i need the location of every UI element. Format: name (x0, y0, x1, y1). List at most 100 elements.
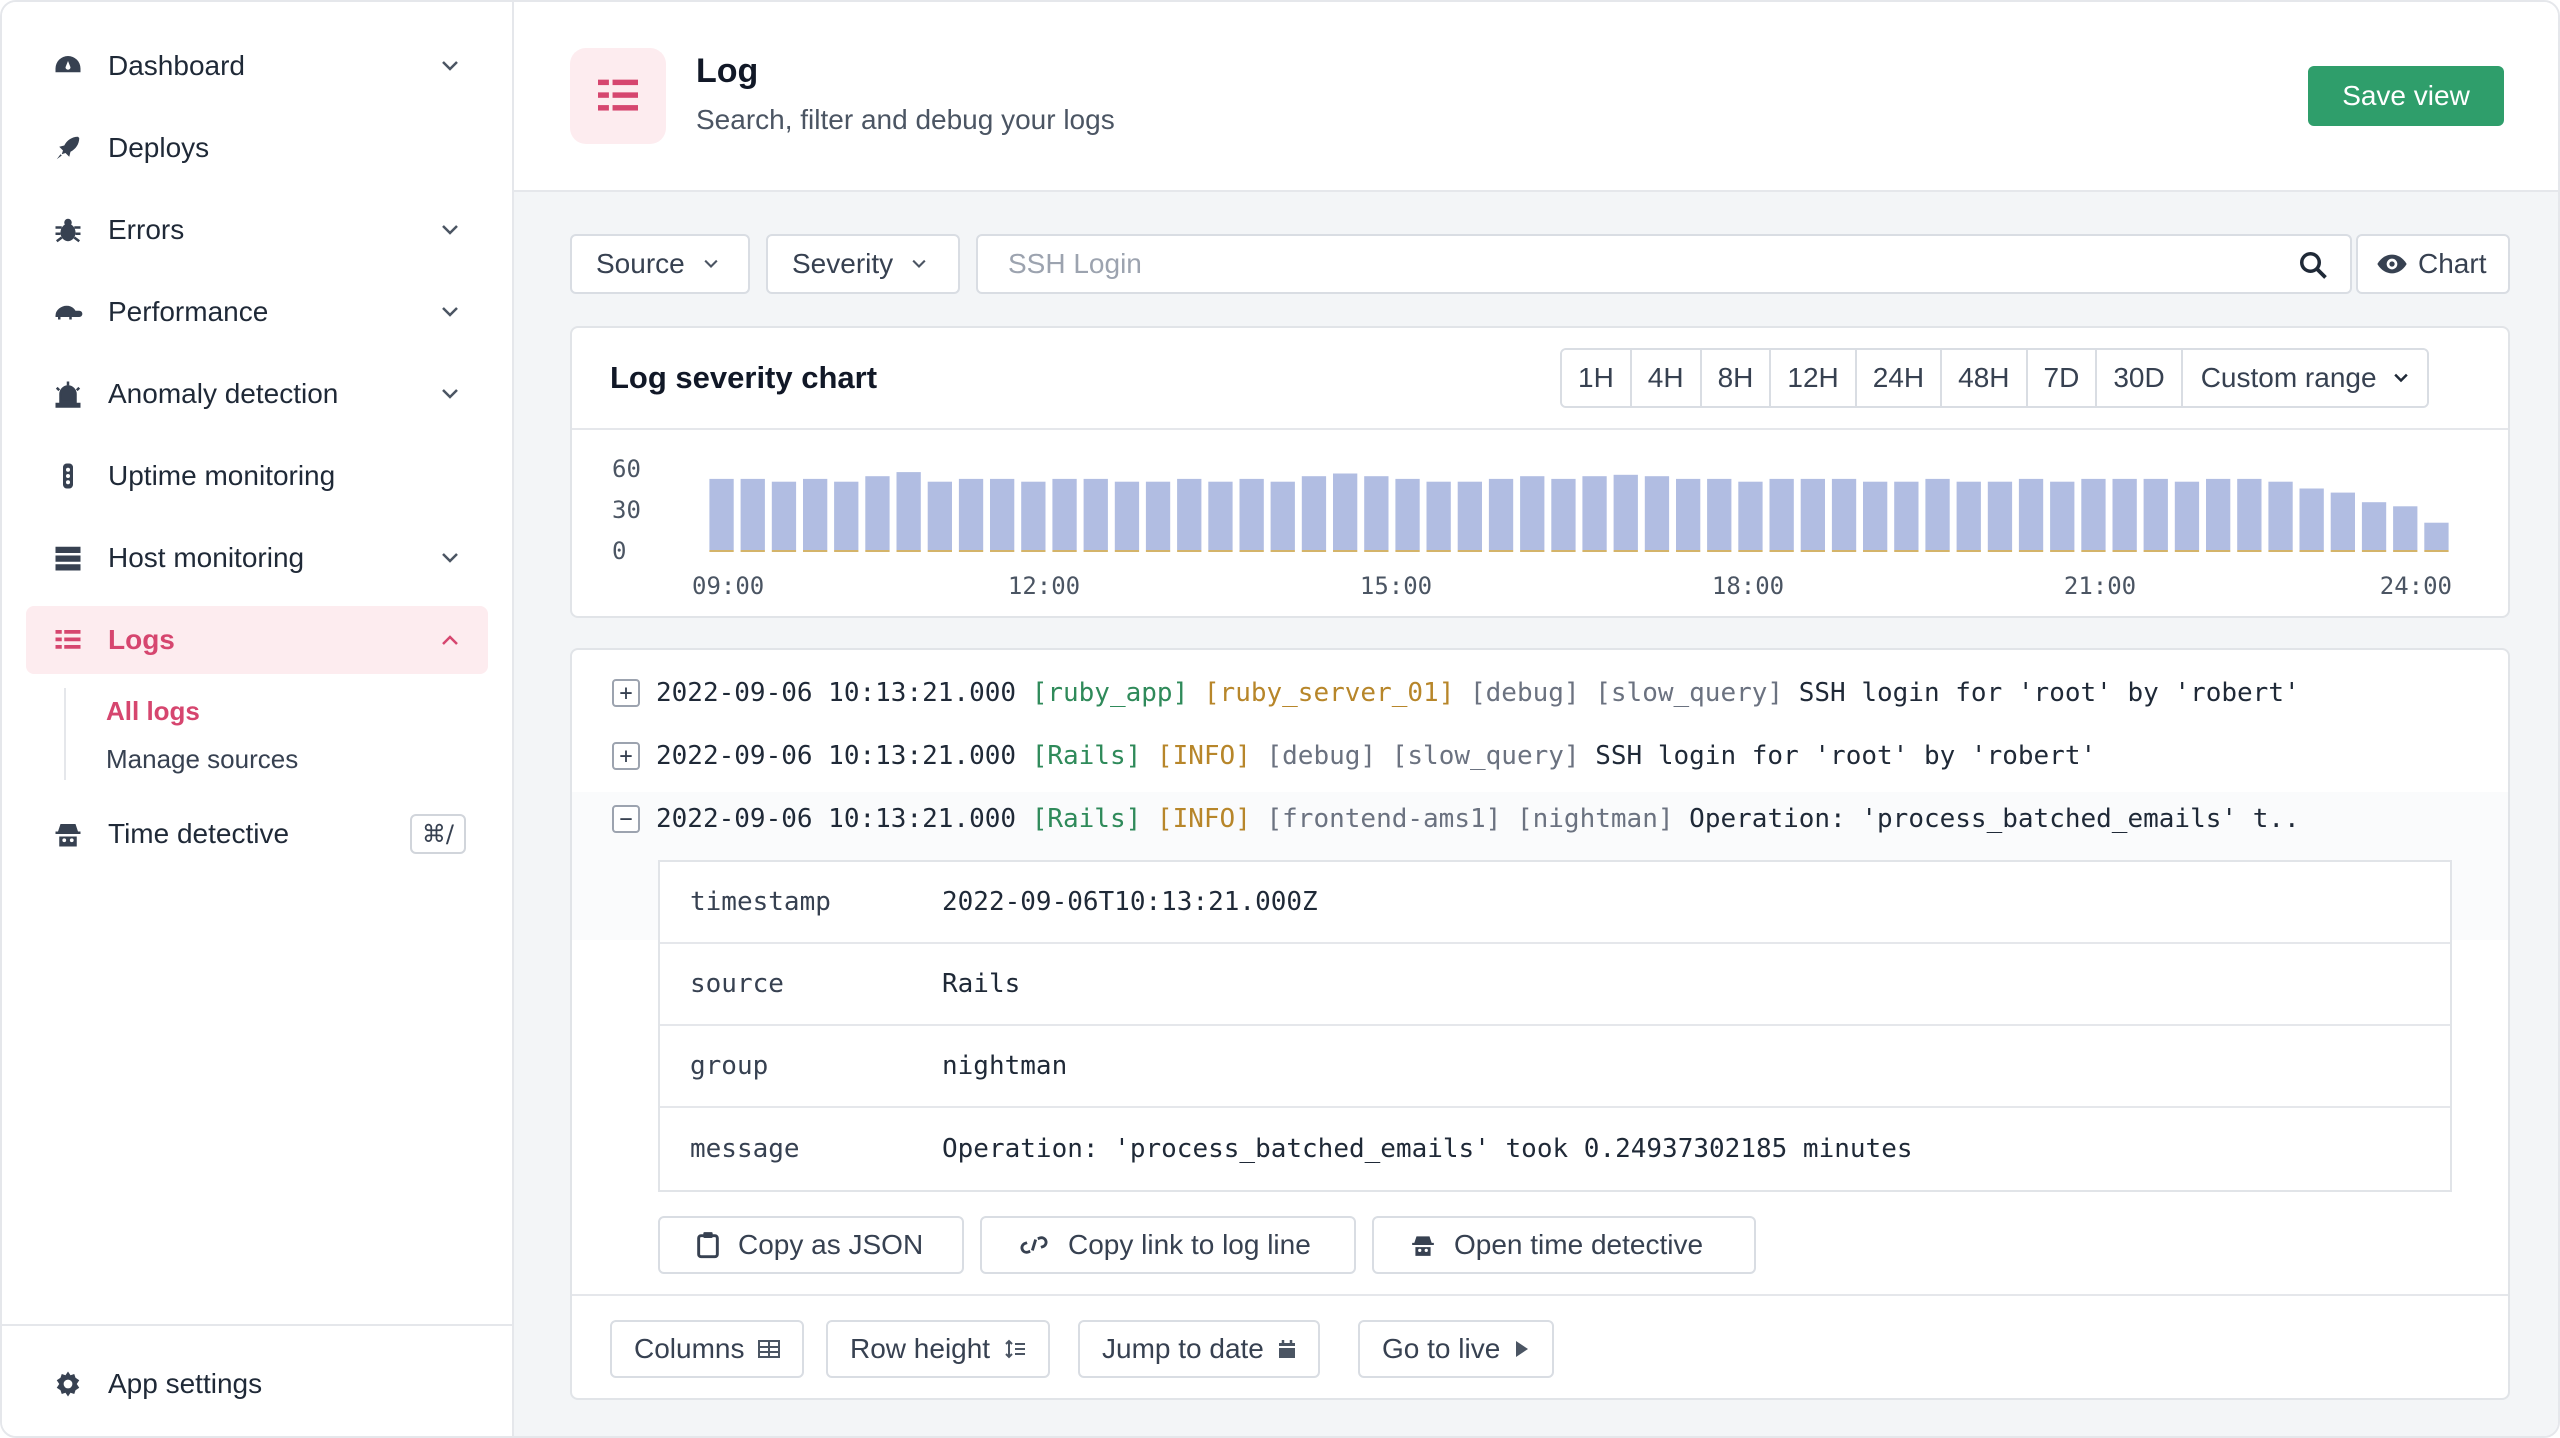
chart-bar[interactable] (1644, 476, 1670, 550)
chart-bar[interactable] (1426, 481, 1451, 550)
range-12h[interactable]: 12H (1771, 350, 1857, 406)
range-48h[interactable]: 48H (1942, 350, 2028, 406)
chart-bar[interactable] (2330, 492, 2355, 550)
chart-bar[interactable] (1052, 478, 1077, 550)
chevron-up-icon (430, 634, 470, 646)
chart-bar[interactable] (1863, 481, 1888, 550)
sidebar-item-app-settings[interactable]: App settings (26, 1350, 488, 1418)
chart-bar[interactable] (2206, 478, 2231, 550)
chart-bar[interactable] (865, 476, 890, 550)
open-time-detective-button[interactable]: Open time detective (1372, 1216, 1756, 1274)
chart-bar[interactable] (1520, 476, 1545, 550)
sidebar-item-label: Anomaly detection (108, 378, 339, 409)
copy-as-json-button[interactable]: Copy as JSON (658, 1216, 964, 1274)
chart-bar[interactable] (2050, 481, 2075, 550)
source-filter-dropdown[interactable]: Source (570, 234, 750, 294)
range-1h[interactable]: 1H (1562, 350, 1632, 406)
chart-bar[interactable] (1270, 481, 1295, 550)
chart-bar[interactable] (2174, 481, 2200, 550)
sidebar-item-errors[interactable]: Errors (26, 196, 488, 264)
chart-bar[interactable] (1738, 481, 1763, 550)
copy-link-button[interactable]: Copy link to log line (980, 1216, 1356, 1274)
chart-bar[interactable] (1956, 481, 1981, 550)
log-row[interactable]: + 2022-09-06 10:13:21.000 [Rails] [INFO]… (612, 741, 2096, 771)
chart-bar[interactable] (1800, 478, 1825, 550)
chart-bar[interactable] (1457, 481, 1482, 550)
search-icon[interactable] (2298, 250, 2328, 280)
log-search-input[interactable]: SSH Login (976, 234, 2352, 294)
chart-bar[interactable] (1395, 478, 1420, 550)
chart-bar[interactable] (1145, 481, 1171, 550)
chart-bar[interactable] (1083, 478, 1108, 550)
chart-bar[interactable] (1987, 481, 2013, 550)
chart-bar[interactable] (2237, 478, 2262, 550)
log-row-expanded[interactable]: − 2022-09-06 10:13:21.000 [Rails] [INFO]… (612, 804, 2300, 834)
chart-bar[interactable] (990, 478, 1015, 550)
chart-bar[interactable] (1831, 478, 1857, 550)
sidebar-item-dashboard[interactable]: Dashboard (26, 32, 488, 100)
chart-bar[interactable] (958, 478, 984, 550)
row-height-button[interactable]: Row height (826, 1320, 1051, 1378)
chart-bar[interactable] (896, 472, 921, 550)
range-4h[interactable]: 4H (1631, 350, 1702, 406)
chart-bar[interactable] (2018, 478, 2044, 550)
detail-row: group nightman (660, 1026, 2450, 1108)
chart-bar[interactable] (1364, 476, 1389, 550)
range-8h[interactable]: 8H (1701, 350, 1772, 406)
custom-range-dropdown[interactable]: Custom range (2182, 350, 2427, 406)
expand-icon[interactable]: + (612, 679, 640, 707)
sidebar-item-logs[interactable]: Logs (26, 606, 488, 674)
sidebar-item-label: Uptime monitoring (108, 460, 336, 491)
chart-bar[interactable] (709, 478, 734, 550)
chart-bar[interactable] (927, 481, 952, 550)
sidebar-item-host-monitoring[interactable]: Host monitoring (26, 524, 488, 592)
chart-bar[interactable] (1114, 481, 1140, 550)
chart-bar[interactable] (1582, 476, 1607, 550)
chart-bar[interactable] (1488, 478, 1514, 550)
sidebar-item-anomaly-detection[interactable]: Anomaly detection (26, 360, 488, 428)
sidebar-item-uptime-monitoring[interactable]: Uptime monitoring (26, 442, 488, 510)
range-7d[interactable]: 7D (2027, 350, 2098, 406)
chart-bar[interactable] (803, 478, 828, 550)
chart-bar[interactable] (1707, 478, 1732, 550)
chart-bar[interactable] (771, 481, 797, 550)
chart-bar[interactable] (2268, 481, 2293, 550)
chart-bar[interactable] (1333, 473, 1358, 551)
range-30d[interactable]: 30D (2097, 350, 2183, 406)
sidebar-subitem-all-logs[interactable]: All logs (106, 696, 200, 727)
log-row[interactable]: + 2022-09-06 10:13:21.000 [ruby_app] [ru… (612, 678, 2300, 708)
chart-bar[interactable] (1769, 478, 1794, 550)
chart-bar[interactable] (834, 481, 859, 550)
chart-bar[interactable] (1177, 478, 1202, 550)
chart-bar[interactable] (2424, 522, 2449, 550)
chart-bar[interactable] (1613, 474, 1638, 550)
chart-bar[interactable] (1894, 481, 1919, 550)
sidebar-subitem-manage-sources[interactable]: Manage sources (106, 744, 298, 775)
chart-bar[interactable] (1239, 478, 1264, 550)
chart-bar[interactable] (2393, 506, 2418, 550)
columns-button[interactable]: Columns (610, 1320, 805, 1378)
severity-filter-dropdown[interactable]: Severity (766, 234, 960, 294)
chart-bar[interactable] (1208, 481, 1233, 550)
chart-bar[interactable] (1551, 478, 1576, 550)
chart-bar[interactable] (2299, 488, 2324, 551)
sidebar-item-deploys[interactable]: Deploys (26, 114, 488, 182)
chart-bar[interactable] (1925, 478, 1950, 550)
chart-bar[interactable] (2143, 478, 2168, 550)
sidebar-item-performance[interactable]: Performance (26, 278, 488, 346)
expand-icon[interactable]: + (612, 742, 640, 770)
chart-bar[interactable] (2081, 478, 2106, 550)
chart-toggle-button[interactable]: Chart (2356, 234, 2510, 294)
chart-bar[interactable] (1021, 481, 1046, 550)
chart-bar[interactable] (740, 478, 765, 550)
save-view-button[interactable]: Save view (2308, 66, 2504, 126)
chart-bar[interactable] (2361, 502, 2387, 550)
chart-bar[interactable] (1676, 478, 1701, 550)
sidebar-item-time-detective[interactable]: Time detective ⌘/ (26, 800, 488, 868)
chart-bar[interactable] (2112, 478, 2137, 550)
go-to-live-button[interactable]: Go to live (1358, 1320, 1555, 1378)
collapse-icon[interactable]: − (612, 805, 640, 833)
jump-to-date-button[interactable]: Jump to date (1078, 1320, 1320, 1378)
range-24h[interactable]: 24H (1856, 350, 1943, 406)
chart-bar[interactable] (1301, 476, 1327, 550)
